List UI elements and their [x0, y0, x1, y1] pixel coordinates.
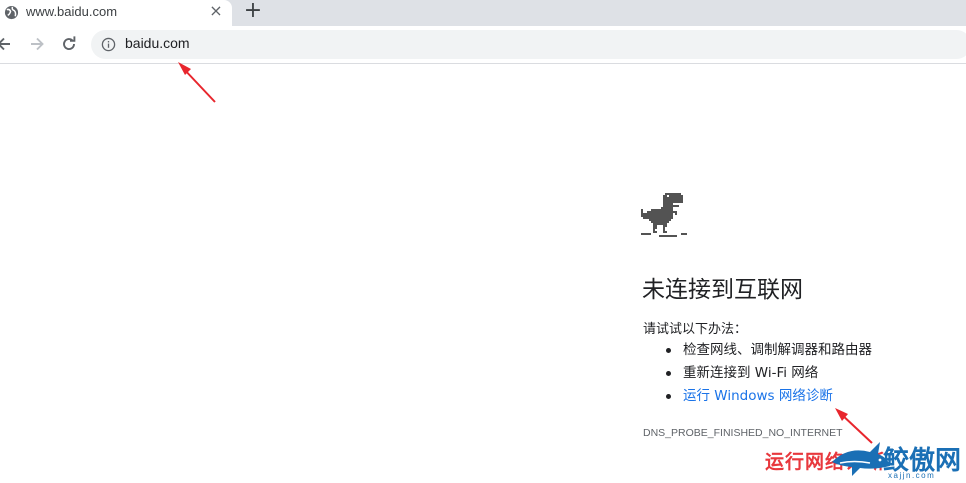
watermark-url: xajjn.com — [888, 471, 936, 480]
annotation-arrows — [178, 62, 873, 444]
info-icon[interactable] — [101, 37, 116, 52]
new-tab-button[interactable]: + — [243, 0, 263, 22]
toolbar: baidu.com — [0, 26, 966, 64]
browser-tab[interactable]: www.baidu.com × — [0, 0, 232, 26]
list-item: 重新连接到 Wi-Fi 网络 — [643, 363, 872, 386]
run-network-diagnostics-link[interactable]: 运行 Windows 网络诊断 — [683, 388, 833, 404]
tab-strip: www.baidu.com × + — [0, 0, 966, 26]
back-arrow-icon[interactable] — [0, 34, 14, 54]
list-item: 运行 Windows 网络诊断 — [643, 386, 872, 409]
arrow-to-url — [178, 62, 216, 103]
forward-arrow-icon[interactable] — [27, 34, 47, 54]
bullet — [666, 371, 671, 376]
tab-title: www.baidu.com — [26, 4, 118, 19]
globe-icon — [4, 5, 19, 20]
suggestion-check-cables: 检查网线、调制解调器和路由器 — [683, 342, 872, 358]
suggestions-list: 检查网线、调制解调器和路由器 重新连接到 Wi-Fi 网络 运行 Windows… — [643, 340, 872, 409]
url-text[interactable]: baidu.com — [125, 35, 190, 51]
address-bar[interactable]: baidu.com — [91, 30, 966, 59]
suggestions-intro: 请试试以下办法： — [643, 322, 748, 337]
dinosaur-icon — [641, 193, 687, 237]
close-icon[interactable]: × — [208, 3, 224, 19]
error-heading: 未连接到互联网 — [642, 277, 803, 303]
reload-icon[interactable] — [59, 34, 79, 54]
bullet — [666, 348, 671, 353]
list-item: 检查网线、调制解调器和路由器 — [643, 340, 872, 363]
suggestion-reconnect-wifi: 重新连接到 Wi-Fi 网络 — [683, 365, 819, 381]
bullet — [666, 394, 671, 399]
error-code: DNS_PROBE_FINISHED_NO_INTERNET — [643, 427, 843, 439]
